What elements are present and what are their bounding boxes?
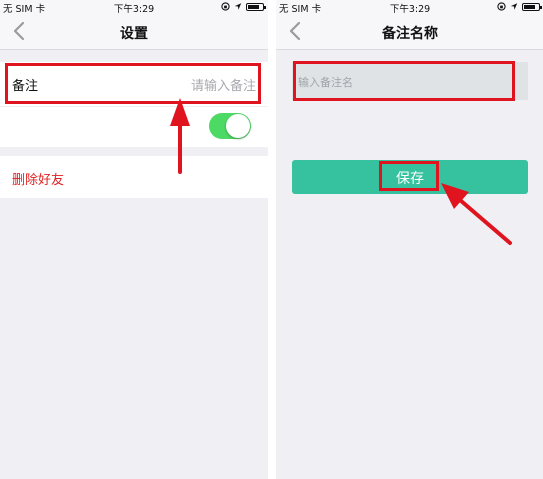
battery-icon bbox=[522, 2, 542, 11]
page-title: 备注名称 bbox=[382, 26, 438, 42]
settings-screen: 无 SIM 卡 下午3:29 设置 备注 请输入备注 删除好友 bbox=[0, 0, 268, 479]
location-icon bbox=[234, 3, 242, 10]
nav-bar: 设置 bbox=[0, 14, 268, 50]
toggle-row bbox=[0, 107, 268, 147]
delete-friend-row[interactable]: 删除好友 bbox=[0, 156, 268, 198]
remark-name-screen: 无 SIM 卡 下午3:29 备注名称 输入备注名 保存 bbox=[276, 0, 543, 479]
lock-rotation-icon bbox=[221, 2, 230, 11]
delete-friend-label: 删除好友 bbox=[12, 173, 65, 188]
status-bar: 无 SIM 卡 下午3:29 bbox=[276, 0, 543, 15]
lock-rotation-icon bbox=[497, 2, 506, 11]
toggle-knob bbox=[226, 114, 250, 138]
battery-icon bbox=[246, 2, 266, 11]
save-highlight-box bbox=[379, 161, 439, 191]
status-icons bbox=[497, 2, 542, 11]
toggle-switch[interactable] bbox=[209, 113, 251, 139]
status-icons bbox=[221, 2, 266, 11]
page-title: 设置 bbox=[120, 26, 148, 42]
location-icon bbox=[510, 3, 518, 10]
remark-highlight-box bbox=[5, 63, 261, 104]
status-bar: 无 SIM 卡 下午3:29 bbox=[0, 0, 268, 15]
nav-bar: 备注名称 bbox=[276, 14, 543, 50]
input-highlight-box bbox=[293, 61, 515, 101]
